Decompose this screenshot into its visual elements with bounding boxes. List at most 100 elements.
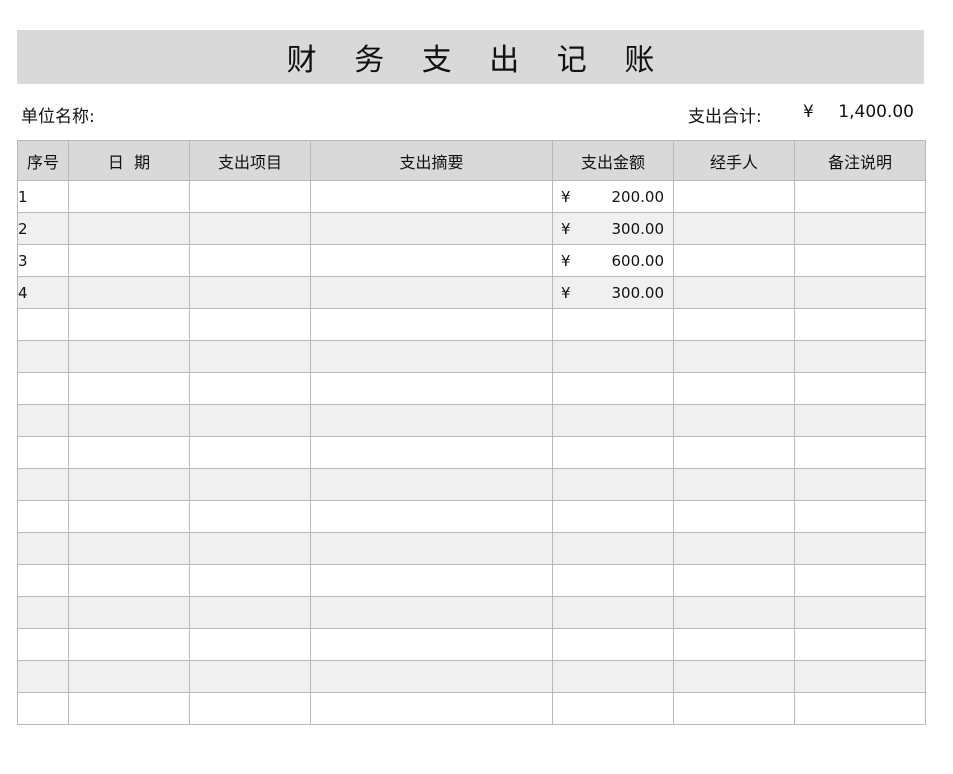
cell-handler[interactable] <box>673 532 795 565</box>
cell-item[interactable] <box>189 468 311 501</box>
cell-amount[interactable]: ¥300.00 <box>552 212 674 245</box>
cell-remarks[interactable] <box>794 532 926 565</box>
cell-date[interactable] <box>68 532 190 565</box>
cell-item[interactable] <box>189 340 311 373</box>
cell-remarks[interactable] <box>794 180 926 213</box>
cell-handler[interactable] <box>673 308 795 341</box>
cell-remarks[interactable] <box>794 340 926 373</box>
cell-seq[interactable] <box>17 404 69 437</box>
cell-item[interactable] <box>189 212 311 245</box>
cell-item[interactable] <box>189 500 311 533</box>
cell-handler[interactable] <box>673 500 795 533</box>
cell-date[interactable] <box>68 692 190 725</box>
cell-seq[interactable] <box>17 660 69 693</box>
cell-remarks[interactable] <box>794 244 926 277</box>
cell-date[interactable] <box>68 500 190 533</box>
cell-date[interactable] <box>68 468 190 501</box>
cell-amount[interactable] <box>552 372 674 405</box>
cell-remarks[interactable] <box>794 692 926 725</box>
cell-amount[interactable] <box>552 340 674 373</box>
cell-summary[interactable] <box>310 308 553 341</box>
cell-item[interactable] <box>189 180 311 213</box>
cell-item[interactable] <box>189 308 311 341</box>
cell-seq[interactable] <box>17 468 69 501</box>
cell-handler[interactable] <box>673 340 795 373</box>
cell-remarks[interactable] <box>794 500 926 533</box>
cell-item[interactable] <box>189 692 311 725</box>
cell-amount[interactable]: ¥200.00 <box>552 180 674 213</box>
cell-summary[interactable] <box>310 180 553 213</box>
cell-summary[interactable] <box>310 372 553 405</box>
cell-amount[interactable]: ¥600.00 <box>552 244 674 277</box>
cell-handler[interactable] <box>673 660 795 693</box>
cell-date[interactable] <box>68 436 190 469</box>
cell-summary[interactable] <box>310 500 553 533</box>
cell-summary[interactable] <box>310 692 553 725</box>
cell-summary[interactable] <box>310 436 553 469</box>
cell-date[interactable] <box>68 276 190 309</box>
cell-amount[interactable] <box>552 628 674 661</box>
cell-handler[interactable] <box>673 564 795 597</box>
cell-seq[interactable] <box>17 532 69 565</box>
cell-remarks[interactable] <box>794 468 926 501</box>
cell-date[interactable] <box>68 180 190 213</box>
cell-seq[interactable] <box>17 340 69 373</box>
cell-amount[interactable] <box>552 468 674 501</box>
cell-item[interactable] <box>189 276 311 309</box>
cell-seq[interactable] <box>17 308 69 341</box>
cell-seq[interactable]: 3 <box>17 244 69 277</box>
cell-amount[interactable] <box>552 436 674 469</box>
cell-date[interactable] <box>68 372 190 405</box>
cell-amount[interactable] <box>552 564 674 597</box>
cell-handler[interactable] <box>673 276 795 309</box>
cell-seq[interactable] <box>17 692 69 725</box>
cell-summary[interactable] <box>310 660 553 693</box>
cell-summary[interactable] <box>310 404 553 437</box>
cell-summary[interactable] <box>310 276 553 309</box>
cell-amount[interactable] <box>552 308 674 341</box>
cell-handler[interactable] <box>673 212 795 245</box>
cell-remarks[interactable] <box>794 276 926 309</box>
cell-remarks[interactable] <box>794 308 926 341</box>
cell-item[interactable] <box>189 372 311 405</box>
cell-date[interactable] <box>68 404 190 437</box>
cell-seq[interactable] <box>17 596 69 629</box>
cell-handler[interactable] <box>673 244 795 277</box>
cell-handler[interactable] <box>673 436 795 469</box>
cell-summary[interactable] <box>310 564 553 597</box>
cell-remarks[interactable] <box>794 660 926 693</box>
cell-seq[interactable] <box>17 436 69 469</box>
cell-summary[interactable] <box>310 532 553 565</box>
cell-item[interactable] <box>189 404 311 437</box>
cell-seq[interactable] <box>17 372 69 405</box>
cell-item[interactable] <box>189 564 311 597</box>
cell-summary[interactable] <box>310 340 553 373</box>
cell-date[interactable] <box>68 244 190 277</box>
cell-handler[interactable] <box>673 180 795 213</box>
cell-date[interactable] <box>68 596 190 629</box>
cell-date[interactable] <box>68 628 190 661</box>
cell-remarks[interactable] <box>794 436 926 469</box>
cell-remarks[interactable] <box>794 212 926 245</box>
cell-date[interactable] <box>68 660 190 693</box>
cell-amount[interactable] <box>552 404 674 437</box>
cell-amount[interactable] <box>552 660 674 693</box>
cell-item[interactable] <box>189 436 311 469</box>
cell-summary[interactable] <box>310 468 553 501</box>
cell-summary[interactable] <box>310 212 553 245</box>
cell-remarks[interactable] <box>794 372 926 405</box>
cell-seq[interactable] <box>17 628 69 661</box>
cell-handler[interactable] <box>673 596 795 629</box>
cell-item[interactable] <box>189 532 311 565</box>
cell-summary[interactable] <box>310 244 553 277</box>
cell-date[interactable] <box>68 212 190 245</box>
cell-date[interactable] <box>68 340 190 373</box>
cell-seq[interactable] <box>17 564 69 597</box>
cell-seq[interactable]: 1 <box>17 180 69 213</box>
cell-handler[interactable] <box>673 628 795 661</box>
cell-handler[interactable] <box>673 468 795 501</box>
cell-handler[interactable] <box>673 404 795 437</box>
cell-date[interactable] <box>68 308 190 341</box>
cell-amount[interactable] <box>552 596 674 629</box>
cell-remarks[interactable] <box>794 404 926 437</box>
